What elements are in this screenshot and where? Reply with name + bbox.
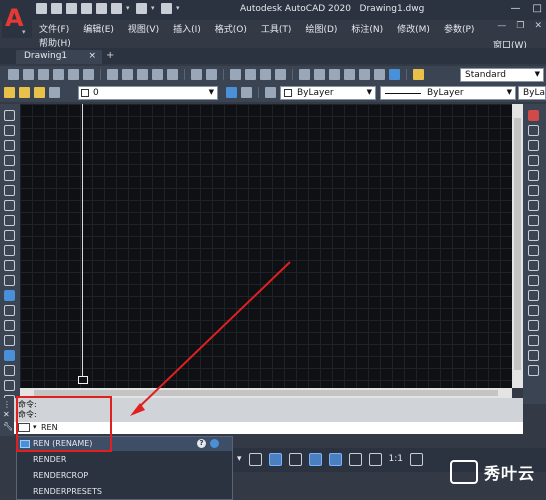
watermark-logo bbox=[450, 460, 478, 484]
arrow-head bbox=[130, 403, 145, 416]
annotation-arrow bbox=[130, 261, 291, 416]
watermark: 秀叶云 bbox=[448, 454, 544, 494]
watermark-text: 秀叶云 bbox=[484, 464, 536, 483]
arrow-line bbox=[135, 261, 291, 411]
